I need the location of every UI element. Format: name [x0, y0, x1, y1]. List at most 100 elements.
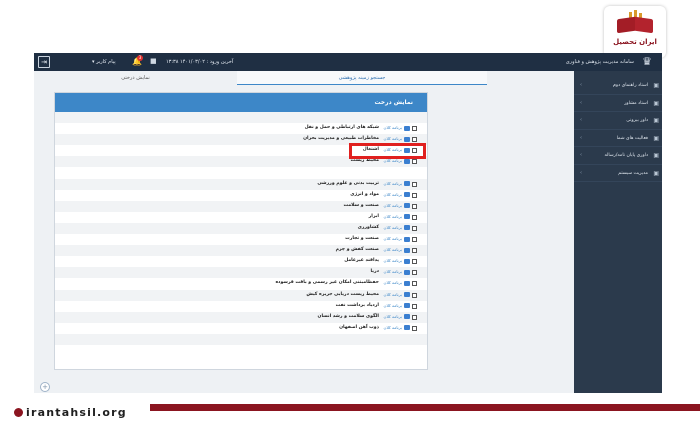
user-icon: ▣ — [653, 99, 659, 107]
chevron-left-icon: ‹ — [580, 117, 582, 123]
row-program-label[interactable]: برنامه کلان — [384, 158, 402, 163]
exit-icon[interactable]: ⇥ — [38, 56, 50, 68]
tree-row[interactable]: برنامه کلان صنعت و تجارت — [55, 234, 427, 245]
sidebar-item[interactable]: ‹ استاد راهنمای دوم ▣ — [574, 77, 662, 95]
highlight-box — [349, 143, 426, 159]
row-label[interactable]: الگوی سلامت و رشد انسان — [318, 314, 379, 319]
row-program-label[interactable]: برنامه کلان — [384, 258, 402, 263]
row-label[interactable]: مخاطرات طبیعی و مدیریت بحران — [303, 136, 379, 141]
row-label[interactable]: محیط زیست — [351, 158, 379, 163]
row-label[interactable]: صنعت و سلامت — [343, 203, 379, 208]
row-checkbox[interactable] — [412, 248, 417, 254]
last-login: آخرین ورود : ۱۴۰۱/۰۳/۰۲ ۱۳:۳۸ — [166, 59, 234, 65]
row-program-label[interactable]: برنامه کلان — [384, 225, 402, 230]
folder-icon — [404, 192, 410, 198]
tree-row[interactable]: برنامه کلان تربیت بدنی و علوم ورزشی — [55, 178, 427, 190]
row-label[interactable]: دریا — [371, 269, 379, 274]
tree-row[interactable]: برنامه کلان ازدیاد برداشت نفت — [55, 301, 427, 312]
tree-row[interactable]: برنامه کلان ابزار — [55, 212, 427, 223]
folder-icon — [404, 225, 410, 231]
sidebar-item[interactable]: ‹ داوری پایان نامه/رساله ▣ — [574, 147, 662, 165]
row-label[interactable]: تربیت بدنی و علوم ورزشی — [317, 181, 379, 186]
row-checkbox[interactable] — [412, 137, 417, 143]
row-label[interactable]: ابزار — [369, 214, 379, 219]
tree-row[interactable]: برنامه کلان الگوی سلامت و رشد انسان — [55, 311, 427, 323]
row-program-label[interactable]: برنامه کلان — [384, 314, 402, 319]
row-checkbox[interactable] — [412, 259, 417, 265]
sidebar-item[interactable]: ‹ داور بیرونی ▣ — [574, 112, 662, 130]
system-title: سامانه مدیریت پژوهش و فناوری — [565, 59, 634, 65]
row-checkbox[interactable] — [412, 159, 417, 165]
chevron-left-icon: ‹ — [580, 134, 582, 141]
row-program-label[interactable]: برنامه کلان — [384, 214, 402, 219]
folder-icon — [404, 269, 410, 275]
row-label[interactable]: ازدیاد برداشت نفت — [336, 303, 379, 308]
tree-row[interactable] — [55, 167, 427, 178]
row-program-label[interactable]: برنامه کلان — [384, 236, 402, 241]
camera-icon[interactable]: ■ — [150, 57, 157, 65]
row-label[interactable]: صنعت کفش و چرم — [336, 247, 379, 252]
row-checkbox[interactable] — [412, 314, 417, 320]
row-program-label[interactable]: برنامه کلان — [384, 303, 402, 308]
row-checkbox[interactable] — [412, 203, 417, 209]
folder-icon — [404, 247, 410, 253]
tree-row[interactable]: برنامه کلان حفظامبتنی امکان غیر رسمی و با… — [55, 278, 427, 289]
row-program-label[interactable]: برنامه کلان — [384, 292, 402, 297]
row-checkbox[interactable] — [412, 126, 417, 132]
row-program-label[interactable]: برنامه کلان — [384, 203, 402, 208]
row-checkbox[interactable] — [412, 225, 417, 231]
row-program-label[interactable]: برنامه کلان — [384, 125, 402, 130]
folder-icon — [404, 203, 410, 209]
row-label[interactable]: ذوب آهن اصفهان — [339, 325, 379, 330]
row-label[interactable]: محیط زیست دریایی جزیره کیش — [306, 292, 379, 297]
tree-row[interactable]: برنامه کلان صنعت کفش و چرم — [55, 245, 427, 257]
row-checkbox[interactable] — [412, 270, 417, 276]
sidebar-item[interactable]: ‹ مدیریت سیستم ▣ — [574, 165, 662, 182]
row-label[interactable]: شبکه های ارتباطی و حمل و نقل — [305, 125, 379, 130]
tree-row[interactable] — [55, 345, 427, 356]
row-label[interactable]: صنعت و تجارت — [345, 236, 379, 241]
row-program-label[interactable]: برنامه کلان — [384, 247, 402, 252]
tree-row[interactable] — [55, 112, 427, 124]
notification-badge: 3 — [137, 55, 143, 61]
sidebar-item-label: مدیریت سیستم — [618, 170, 648, 176]
row-checkbox[interactable] — [412, 281, 417, 287]
folder-icon — [404, 125, 410, 131]
row-checkbox[interactable] — [412, 192, 417, 198]
tree-row[interactable]: برنامه کلان صنعت و سلامت — [55, 200, 427, 212]
user-icon: ▣ — [653, 117, 659, 124]
row-label[interactable]: پدافند غیرعامل — [344, 258, 379, 263]
row-program-label[interactable]: برنامه کلان — [384, 181, 402, 186]
tab-tree-view[interactable]: نمایش درختی — [34, 71, 237, 85]
tree-row[interactable]: برنامه کلان مواد و انرژی — [55, 190, 427, 201]
row-program-label[interactable]: برنامه کلان — [384, 192, 402, 197]
row-program-label[interactable]: برنامه کلان — [384, 325, 402, 330]
row-program-label[interactable]: برنامه کلان — [384, 280, 402, 285]
folder-icon — [404, 314, 410, 320]
folder-icon — [404, 181, 410, 187]
tab-research-search[interactable]: جستجو زمینه پژوهشی — [237, 71, 487, 85]
tree-row[interactable]: برنامه کلان دریا — [55, 267, 427, 279]
add-icon[interactable]: + — [40, 382, 50, 392]
sidebar-item[interactable]: ‹ فعالیت های شما ▣ — [574, 130, 662, 147]
tree-row[interactable]: برنامه کلان کشاورزی — [55, 222, 427, 235]
row-checkbox[interactable] — [412, 181, 417, 187]
tree-row[interactable]: برنامه کلان پدافند غیرعامل — [55, 256, 427, 267]
user-menu[interactable]: ▾ پیام کاربر — [92, 59, 116, 65]
row-label[interactable]: حفظامبتنی امکان غیر رسمی و بافت فرسوده — [275, 280, 379, 285]
tree-row[interactable] — [55, 333, 427, 345]
row-label[interactable]: کشاورزی — [358, 225, 379, 230]
row-checkbox[interactable] — [412, 292, 417, 298]
tree-row[interactable]: برنامه کلان شبکه های ارتباطی و حمل و نقل — [55, 123, 427, 134]
tree-row[interactable]: برنامه کلان ذوب آهن اصفهان — [55, 323, 427, 334]
sidebar-item[interactable]: ‹ استاد مشاور ▣ — [574, 95, 662, 112]
tree-row[interactable]: برنامه کلان محیط زیست دریایی جزیره کیش — [55, 289, 427, 301]
row-checkbox[interactable] — [412, 214, 417, 220]
row-program-label[interactable]: برنامه کلان — [384, 269, 402, 274]
row-checkbox[interactable] — [412, 303, 417, 309]
row-checkbox[interactable] — [412, 237, 417, 243]
row-label[interactable]: مواد و انرژی — [350, 192, 379, 197]
row-checkbox[interactable] — [412, 325, 417, 331]
folder-icon — [404, 158, 410, 164]
row-program-label[interactable]: برنامه کلان — [384, 136, 402, 141]
